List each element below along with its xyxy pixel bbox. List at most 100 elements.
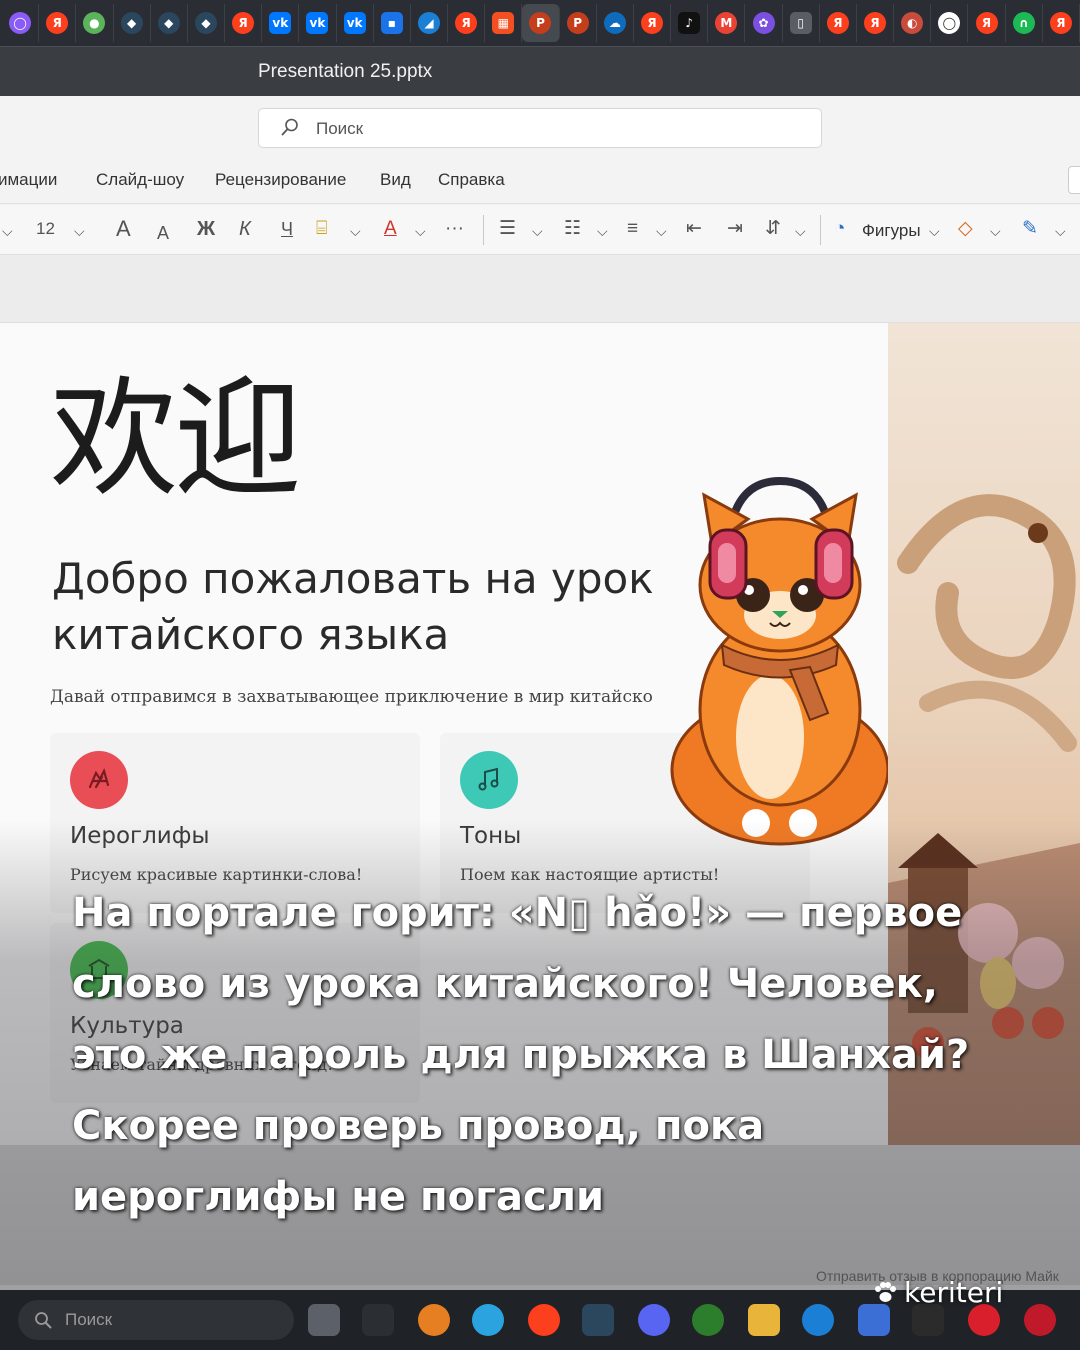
yandex-icon: Я <box>641 12 663 34</box>
browser-tab[interactable]: ♪ <box>671 4 709 42</box>
browser-tab[interactable]: ∩ <box>1006 4 1043 42</box>
browser-tab[interactable]: ● <box>76 4 114 42</box>
discord-icon[interactable] <box>638 1304 670 1336</box>
line-spacing-icon[interactable]: ⇵ <box>765 217 781 241</box>
browser-tab[interactable]: ◆ <box>151 4 188 42</box>
highlight-chevron-icon[interactable]: ⌵ <box>350 219 361 243</box>
shapes-button[interactable]: Фигуры <box>862 219 921 243</box>
italic-button[interactable]: К <box>239 217 251 241</box>
decrease-indent-icon[interactable]: ⇤ <box>686 217 702 241</box>
browser-tab[interactable]: Я <box>225 4 263 42</box>
fill-color-icon[interactable]: ◇ <box>958 217 973 241</box>
browser-tab[interactable]: Я <box>1043 4 1080 42</box>
numbering-icon[interactable]: ☷ <box>564 217 581 241</box>
alice-icon: ◯ <box>9 12 32 34</box>
file-explorer-icon[interactable] <box>748 1304 780 1336</box>
steam-icon: ◆ <box>194 12 217 34</box>
bullets-icon[interactable]: ☰ <box>499 217 516 241</box>
browser-tab[interactable]: ◐ <box>894 4 932 42</box>
browser-tab[interactable]: ✿ <box>745 4 783 42</box>
messenger-icon: ▪ <box>380 12 403 34</box>
font-color-chevron-icon[interactable]: ⌵ <box>415 219 426 243</box>
browser-tab[interactable]: Я <box>634 4 672 42</box>
browser-tab[interactable]: M <box>708 4 746 42</box>
terminal-icon[interactable] <box>362 1304 394 1336</box>
steam-icon[interactable] <box>582 1304 614 1336</box>
tab-help[interactable]: Справка <box>438 170 505 190</box>
music-note-icon <box>460 751 518 809</box>
headphones-icon: ∩ <box>1012 12 1035 34</box>
edge-icon[interactable] <box>802 1304 834 1336</box>
browser-tab[interactable]: vk <box>299 4 337 42</box>
browser-tab[interactable]: ▯ <box>783 4 820 42</box>
font-size-chevron-icon[interactable]: ⌵ <box>74 219 85 243</box>
caption-text: На портале горит: «N▯ hǎo!» — первое сло… <box>72 878 1012 1233</box>
tab-slideshow[interactable]: Слайд-шоу <box>96 170 184 190</box>
yandex-icon: Я <box>1049 12 1072 34</box>
browser-tab[interactable]: Я <box>448 4 486 42</box>
xbox-icon[interactable] <box>692 1304 724 1336</box>
browser-tab[interactable]: Я <box>857 4 895 42</box>
align-icon[interactable]: ≡ <box>627 217 638 241</box>
line-spacing-chevron-icon[interactable]: ⌵ <box>795 219 806 243</box>
increase-indent-icon[interactable]: ⇥ <box>727 217 743 241</box>
grow-font-button[interactable]: A <box>116 217 131 241</box>
more-options-button[interactable]: ··· <box>445 217 464 241</box>
search-input[interactable]: Поиск <box>258 108 822 148</box>
font-size-select[interactable]: 12 <box>36 217 55 241</box>
browser-tab[interactable]: ▦ <box>485 4 523 42</box>
browser-globe-icon: ● <box>83 12 106 34</box>
vk-icon: vk <box>269 12 292 34</box>
browser-tab[interactable]: ◆ <box>114 4 151 42</box>
font-color-button[interactable]: A <box>384 217 397 241</box>
opera-gx-icon[interactable] <box>1024 1304 1056 1336</box>
card-title: Тоны <box>460 823 522 849</box>
shapes-icon[interactable]: ◔ <box>834 217 845 241</box>
browser-tab[interactable]: vk <box>337 4 374 42</box>
align-chevron-icon[interactable]: ⌵ <box>656 219 667 243</box>
shrink-font-button[interactable]: A <box>157 221 169 245</box>
share-button[interactable] <box>1068 166 1080 194</box>
powerpoint-icon: P <box>529 12 552 34</box>
caption-line: иероглифы не погасли <box>72 1174 605 1220</box>
dragon-icon <box>70 751 128 809</box>
caption-line: слово из урока китайского! Человек, <box>72 961 938 1007</box>
bold-button[interactable]: Ж <box>197 217 215 241</box>
numbering-chevron-icon[interactable]: ⌵ <box>597 219 608 243</box>
bullets-chevron-icon[interactable]: ⌵ <box>532 219 543 243</box>
underline-button[interactable]: Ч <box>281 217 293 241</box>
document-icon: ▯ <box>789 12 812 34</box>
tab-animations[interactable]: имации <box>0 170 57 190</box>
edge-icon: ◢ <box>417 12 440 34</box>
browser-tab[interactable]: ◆ <box>188 4 226 42</box>
browser-tab[interactable]: ◢ <box>411 4 449 42</box>
browser-tab[interactable]: ▪ <box>374 4 411 42</box>
ribbon-spacer <box>0 255 1080 323</box>
browser-tab[interactable]: vk <box>262 4 300 42</box>
browser-tab[interactable]: P <box>522 4 560 42</box>
browser-tab[interactable]: ☁ <box>597 4 634 42</box>
document-title: Presentation 25.pptx <box>258 61 433 82</box>
outline-chevron-icon[interactable]: ⌵ <box>1055 219 1066 243</box>
app-orange-icon[interactable] <box>418 1304 450 1336</box>
browser-tab[interactable]: ◯ <box>2 4 40 42</box>
tab-review[interactable]: Рецензирование <box>215 170 346 190</box>
browser-tab[interactable]: Я <box>39 4 77 42</box>
tab-view[interactable]: Вид <box>380 170 411 190</box>
task-view-icon[interactable] <box>308 1304 340 1336</box>
taskbar-search-input[interactable]: Поиск <box>18 1300 294 1340</box>
yandex-browser-icon[interactable] <box>528 1304 560 1336</box>
shapes-chevron-icon[interactable]: ⌵ <box>929 219 940 243</box>
steam-icon: ◆ <box>157 12 180 34</box>
telegram-icon[interactable] <box>472 1304 504 1336</box>
browser-tab[interactable]: Я <box>968 4 1006 42</box>
yandex-icon: Я <box>455 12 478 34</box>
fill-chevron-icon[interactable]: ⌵ <box>990 219 1001 243</box>
font-dropdown-chevron-icon[interactable]: ⌵ <box>2 219 13 243</box>
browser-tab[interactable]: P <box>560 4 597 42</box>
browser-tab[interactable]: Я <box>820 4 857 42</box>
outline-icon[interactable]: ✎ <box>1022 217 1038 241</box>
yandex-icon: Я <box>232 12 255 34</box>
browser-tab[interactable]: ◯ <box>931 4 969 42</box>
highlight-icon[interactable]: ⌸ <box>316 217 327 241</box>
